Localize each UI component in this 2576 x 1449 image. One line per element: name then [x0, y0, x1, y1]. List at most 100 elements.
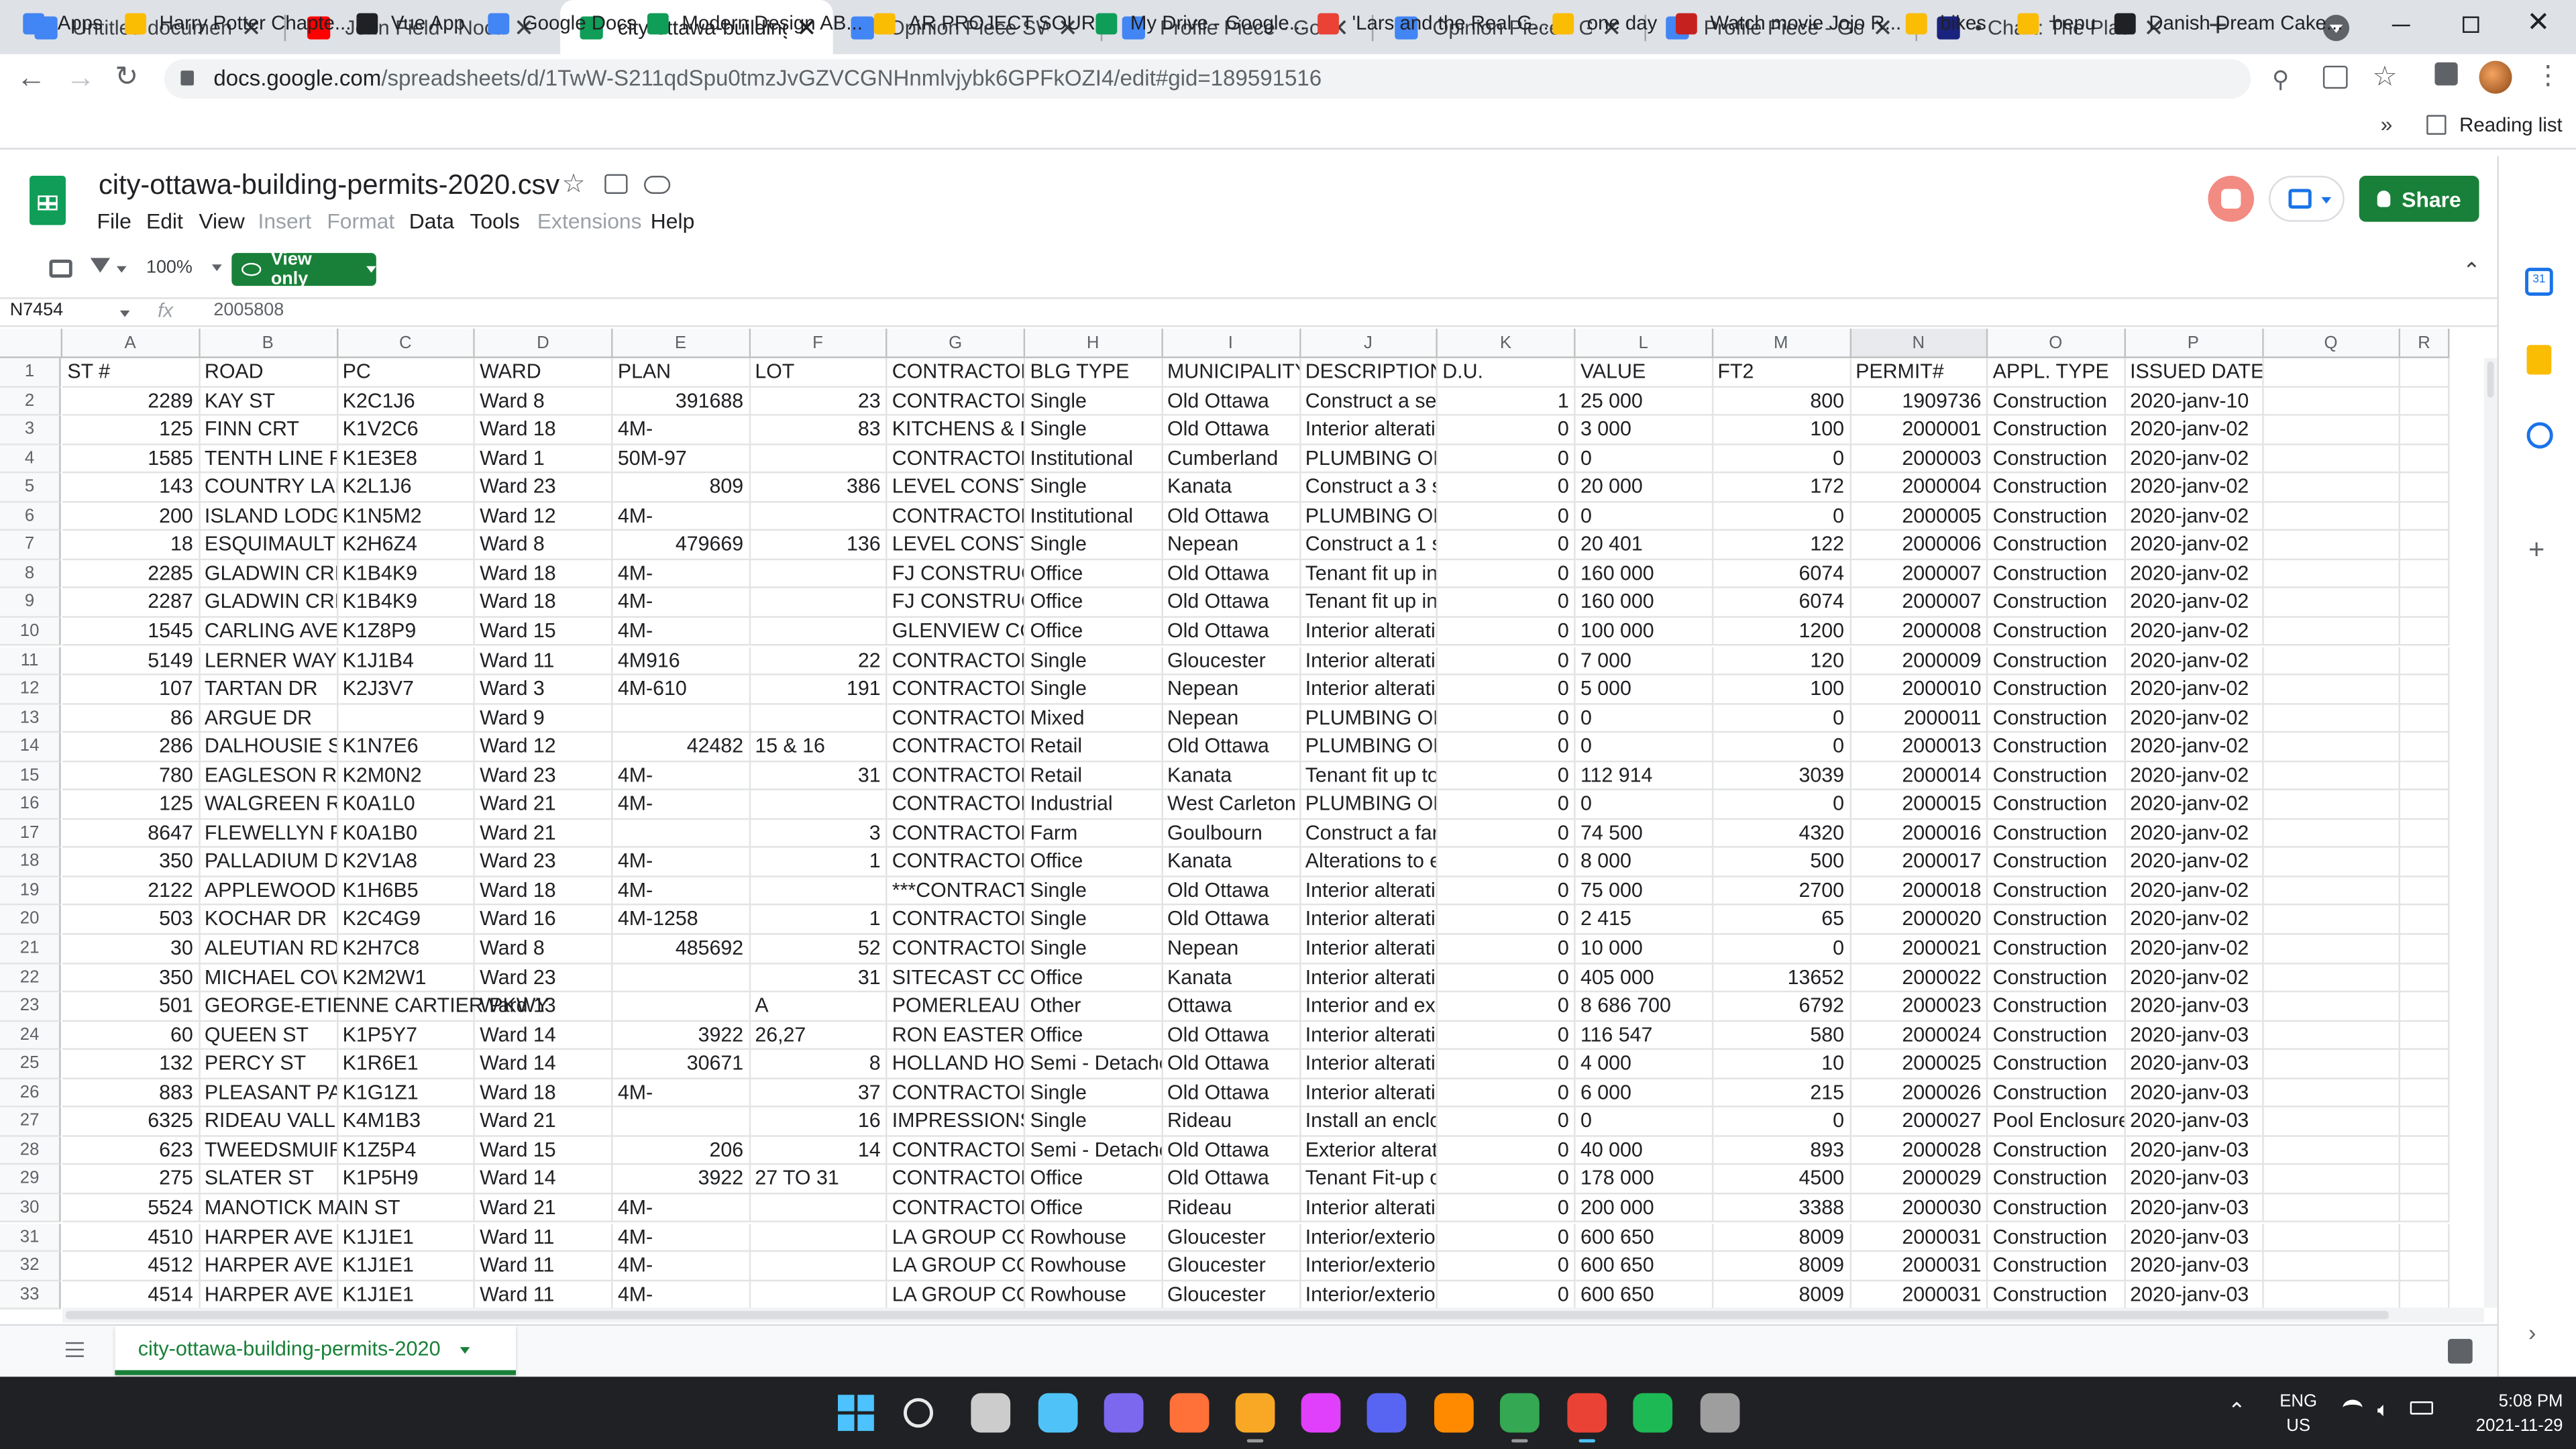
data-cell[interactable]: Interior/exterior a	[1300, 1281, 1438, 1310]
row-header[interactable]: 33	[0, 1281, 61, 1310]
data-cell[interactable]: Goulbourn	[1162, 819, 1301, 849]
data-cell[interactable]: Ward 9	[474, 704, 613, 733]
data-cell[interactable]: 2700	[1713, 877, 1851, 906]
data-cell[interactable]	[749, 1252, 888, 1281]
data-cell[interactable]: Construction	[1988, 646, 2125, 676]
data-cell[interactable]: Interior and exte	[1300, 992, 1438, 1022]
data-cell[interactable]: CONTRACTOR	[887, 1165, 1026, 1195]
data-cell[interactable]: Construction	[1988, 1252, 2125, 1281]
data-cell[interactable]: 10	[1713, 1050, 1851, 1079]
header-cell[interactable]: VALUE	[1575, 358, 1713, 387]
data-cell[interactable]: LA GROUP COR	[887, 1281, 1026, 1310]
data-cell[interactable]: Old Ottawa	[1162, 415, 1301, 445]
data-cell[interactable]: Office	[1025, 617, 1163, 647]
data-cell[interactable]: Interior alteration	[1300, 1079, 1438, 1108]
data-cell[interactable]: Cumberland	[1162, 444, 1301, 474]
data-cell[interactable]: Single	[1025, 1108, 1163, 1137]
data-cell[interactable]: Old Ottawa	[1162, 733, 1301, 762]
data-cell[interactable]: Nepean	[1162, 704, 1301, 733]
data-cell[interactable]: Old Ottawa	[1162, 588, 1301, 618]
data-cell[interactable]	[2263, 646, 2400, 676]
data-cell[interactable]: CONTRACTOR	[887, 819, 1026, 849]
data-cell[interactable]: Industrial	[1025, 790, 1163, 820]
data-cell[interactable]: Retail	[1025, 733, 1163, 762]
data-cell[interactable]	[2400, 473, 2450, 502]
data-cell[interactable]: 2000011	[1850, 704, 1988, 733]
data-cell[interactable]: 0	[1437, 906, 1576, 935]
data-cell[interactable]	[2263, 963, 2400, 993]
data-cell[interactable]: 391688	[612, 386, 750, 416]
data-cell[interactable]: Rowhouse	[1025, 1252, 1163, 1281]
data-cell[interactable]: 31	[749, 963, 888, 993]
data-cell[interactable]: Construction	[1988, 1223, 2125, 1252]
column-header[interactable]: A	[62, 328, 200, 358]
data-cell[interactable]: 86	[62, 704, 200, 733]
bookmark-item[interactable]: Watch movie Jojo R...	[1675, 10, 1901, 36]
data-cell[interactable]: 580	[1713, 1021, 1851, 1051]
data-cell[interactable]: 2020-janv-02	[2125, 502, 2263, 531]
data-cell[interactable]	[612, 963, 750, 993]
data-cell[interactable]: QUEEN ST	[199, 1021, 338, 1051]
view-only-button[interactable]: View only	[231, 250, 376, 289]
data-cell[interactable]: 2000022	[1850, 963, 1988, 993]
data-cell[interactable]: CONTRACTOR	[887, 761, 1026, 791]
data-cell[interactable]: Construction	[1988, 733, 2125, 762]
forward-icon[interactable]: →	[66, 61, 95, 95]
data-cell[interactable]: 4M-	[612, 415, 750, 445]
data-cell[interactable]: K1Z5P4	[337, 1136, 475, 1166]
menu-kebab-icon[interactable]: ⋮	[2535, 59, 2561, 92]
data-cell[interactable]: Ward 1	[474, 444, 613, 474]
data-cell[interactable]: 405 000	[1575, 963, 1713, 993]
data-cell[interactable]: Ward 14	[474, 1021, 613, 1051]
data-cell[interactable]: 4M-	[612, 588, 750, 618]
bookmark-item[interactable]: Modern Design AB...	[647, 10, 863, 36]
reading-list-button[interactable]: Reading list	[2426, 113, 2563, 136]
data-cell[interactable]: Nepean	[1162, 934, 1301, 964]
data-cell[interactable]: 52	[749, 934, 888, 964]
data-cell[interactable]: K1Z8P9	[337, 617, 475, 647]
data-cell[interactable]: Construction	[1988, 531, 2125, 560]
data-cell[interactable]: 178 000	[1575, 1165, 1713, 1195]
data-cell[interactable]: Retail	[1025, 761, 1163, 791]
data-cell[interactable]: CONTRACTOR	[887, 848, 1026, 877]
data-cell[interactable]	[749, 1194, 888, 1224]
row-header[interactable]: 9	[0, 588, 61, 618]
data-cell[interactable]: 0	[1437, 877, 1576, 906]
data-cell[interactable]: 100	[1713, 415, 1851, 445]
data-cell[interactable]: 2020-janv-03	[2125, 1223, 2263, 1252]
data-cell[interactable]: EAGLESON RD	[199, 761, 338, 791]
print-icon[interactable]	[49, 259, 72, 278]
data-cell[interactable]: Old Ottawa	[1162, 502, 1301, 531]
data-cell[interactable]	[2400, 617, 2450, 647]
data-cell[interactable]: HARPER AVE	[199, 1252, 338, 1281]
data-cell[interactable]: 4M-	[612, 1079, 750, 1108]
data-cell[interactable]: 13652	[1713, 963, 1851, 993]
data-cell[interactable]	[612, 819, 750, 849]
data-cell[interactable]: Semi - Detached	[1025, 1136, 1163, 1166]
data-cell[interactable]: K2V1A8	[337, 848, 475, 877]
data-cell[interactable]: Single	[1025, 531, 1163, 560]
data-cell[interactable]: Old Ottawa	[1162, 1165, 1301, 1195]
data-cell[interactable]: COUNTRY LANE	[199, 473, 338, 502]
data-cell[interactable]: 206	[612, 1136, 750, 1166]
data-cell[interactable]: 600 650	[1575, 1281, 1713, 1310]
data-cell[interactable]: Exterior alteratio	[1300, 1136, 1438, 1166]
show-hidden-icons[interactable]: ⌃	[2228, 1398, 2246, 1424]
column-header[interactable]: Q	[2263, 328, 2400, 358]
data-cell[interactable]: 6074	[1713, 559, 1851, 589]
data-cell[interactable]: 3	[749, 819, 888, 849]
chrome-profile-icon[interactable]	[1567, 1393, 1607, 1433]
data-cell[interactable]	[2400, 559, 2450, 589]
data-cell[interactable]: Ward 23	[474, 473, 613, 502]
data-cell[interactable]: WALGREEN RD	[199, 790, 338, 820]
data-cell[interactable]: Construction	[1988, 386, 2125, 416]
row-header[interactable]: 13	[0, 704, 61, 733]
data-cell[interactable]: 2285	[62, 559, 200, 589]
clock[interactable]: 5:08 PM 2021-11-29	[2448, 1390, 2563, 1439]
data-cell[interactable]: 4M-	[612, 1223, 750, 1252]
data-cell[interactable]: RIDEAU VALLEY	[199, 1108, 338, 1137]
data-cell[interactable]: 4 000	[1575, 1050, 1713, 1079]
data-cell[interactable]	[749, 877, 888, 906]
data-cell[interactable]: APPLEWOOD C	[199, 877, 338, 906]
present-button[interactable]	[2269, 176, 2345, 222]
